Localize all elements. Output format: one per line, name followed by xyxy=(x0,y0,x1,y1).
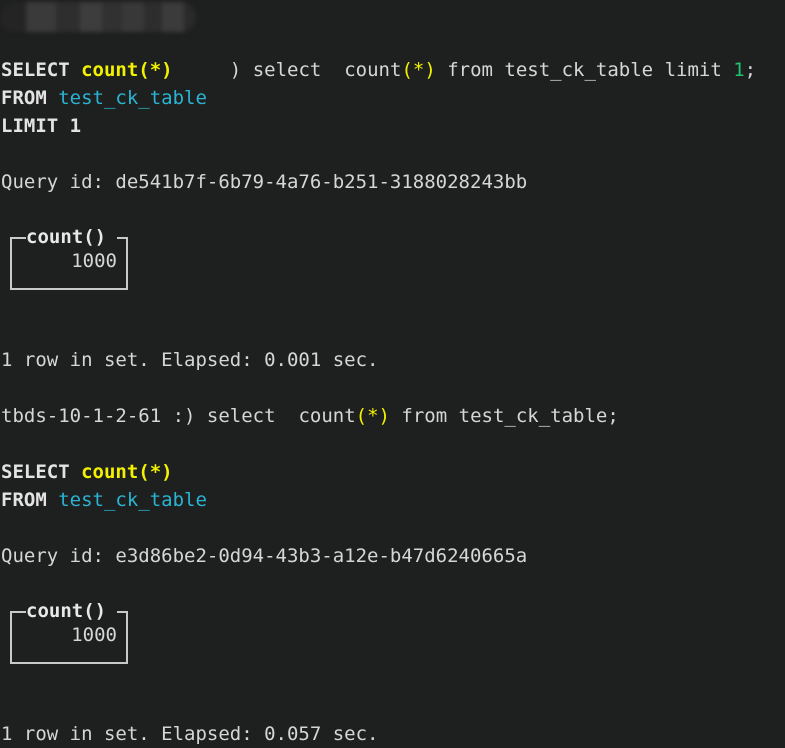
command-limit-value-1: 1 xyxy=(733,59,745,81)
command-from-1: from xyxy=(435,59,505,81)
box-line-top-left-icon xyxy=(10,611,26,613)
result-cell-value-2: 1000 xyxy=(71,624,117,646)
result-table-2: count() 1000 xyxy=(10,598,128,664)
command-function-parens-2: (*) xyxy=(355,405,390,427)
command-terminator-1: ; xyxy=(744,59,757,81)
command-keyword-1: select xyxy=(252,59,322,81)
prompt-symbol-2: :) xyxy=(161,405,207,427)
box-corner-top-right-icon xyxy=(126,611,128,624)
box-line-top-left-icon xyxy=(10,237,26,239)
command-keyword-2: select xyxy=(206,405,276,427)
command-from-2: from xyxy=(389,405,459,427)
query-id-label-2: Query id: xyxy=(1,545,116,567)
echo-line-limit-1: LIMIT 1 xyxy=(0,112,785,140)
command-limit-keyword-1: limit xyxy=(653,59,734,81)
echo-line-from-2: FROM test_ck_table xyxy=(0,486,785,514)
prompt-gap-1 xyxy=(241,59,252,81)
box-corner-top-right-icon xyxy=(126,237,128,250)
sql-keyword-limit-1: LIMIT 1 xyxy=(1,115,82,137)
sql-table-name-2: test_ck_table xyxy=(58,489,207,511)
command-table-1: test_ck_table xyxy=(504,59,654,81)
command-function-name-2: count xyxy=(298,405,356,427)
status-line-1: 1 row in set. Elapsed: 0.001 sec. xyxy=(1,349,379,371)
command-table-2: test_ck_table xyxy=(458,405,608,427)
terminal-window[interactable]: tbds-10-1-2-61 :) select count(*) from t… xyxy=(0,0,785,745)
sql-keyword-select-2: SELECT xyxy=(1,461,70,483)
command-gap-1 xyxy=(321,59,344,81)
echo-line-select-2: SELECT count(*) xyxy=(0,458,785,486)
prompt-hostname-2: tbds-10-1-2-61 xyxy=(1,405,162,427)
command-terminator-2: ; xyxy=(607,405,619,427)
sql-keyword-from-2: FROM xyxy=(1,489,47,511)
result-table-body-1: 1000 xyxy=(10,250,128,290)
prompt-suffix-1: ) xyxy=(229,59,242,81)
query-id-value-2: e3d86be2-0d94-43b3-a12e-b47d6240665a xyxy=(115,545,528,567)
command-function-parens-1: (*) xyxy=(401,59,436,81)
command-gap-2 xyxy=(276,405,299,427)
prompt-line-2[interactable]: tbds-10-1-2-61 :) select count(*) from t… xyxy=(0,402,785,430)
sql-function-count-2: count(*) xyxy=(81,461,173,483)
query-id-line-1: Query id: de541b7f-6b79-4a76-b251-318802… xyxy=(0,168,785,196)
result-table-body-2: 1000 xyxy=(10,624,128,664)
redacted-hostname-blur xyxy=(0,2,196,32)
sql-table-name-1: test_ck_table xyxy=(58,87,207,109)
result-cell-value-1: 1000 xyxy=(71,250,117,272)
echo-line-from-1: FROM test_ck_table xyxy=(0,84,785,112)
query-id-line-2: Query id: e3d86be2-0d94-43b3-a12e-b47d62… xyxy=(0,542,785,570)
query-id-label-1: Query id: xyxy=(1,171,116,193)
prompt-line-1[interactable]: tbds-10-1-2-61 :) select count(*) from t… xyxy=(0,0,785,81)
result-table-1: count() 1000 xyxy=(10,224,128,290)
command-function-name-1: count xyxy=(344,59,402,81)
query-id-value-1: de541b7f-6b79-4a76-b251-3188028243bb xyxy=(115,171,528,193)
status-line-2: 1 row in set. Elapsed: 0.057 sec. xyxy=(1,723,379,745)
